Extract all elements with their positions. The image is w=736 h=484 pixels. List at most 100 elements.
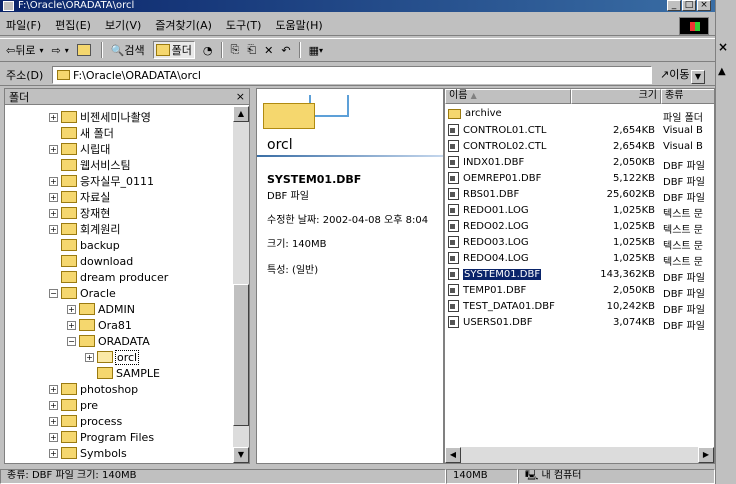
tree-item[interactable]: download: [49, 253, 133, 269]
tree-item[interactable]: SAMPLE: [85, 365, 160, 381]
tree-item-label: ORADATA: [98, 334, 150, 348]
menu-file[interactable]: 파일(F): [6, 17, 41, 33]
tree-item[interactable]: + Ora81: [67, 317, 132, 333]
expand-icon[interactable]: +: [49, 384, 58, 394]
expand-icon[interactable]: +: [49, 224, 58, 234]
tree-item[interactable]: dream producer: [49, 269, 168, 285]
forward-dropdown-icon[interactable]: ▾: [65, 46, 69, 55]
file-list-row[interactable]: USERS01.DBF 3,074KB DBF 파일: [445, 315, 714, 332]
scroll-down-icon[interactable]: ▼: [233, 447, 249, 463]
scroll-right-icon[interactable]: ▶: [698, 447, 714, 463]
file-list-row[interactable]: TEST_DATA01.DBF 10,242KB DBF 파일: [445, 299, 714, 316]
file-list-row[interactable]: RBS01.DBF 25,602KB DBF 파일: [445, 187, 714, 204]
menu-view[interactable]: 보기(V): [105, 17, 141, 33]
address-input[interactable]: F:\Oracle\ORADATA\orcl ▼: [52, 66, 705, 84]
file-list-row[interactable]: REDO02.LOG 1,025KB 텍스트 문: [445, 219, 714, 236]
collapse-icon[interactable]: −: [49, 288, 58, 298]
close-button[interactable]: ×: [697, 0, 711, 11]
tree-item[interactable]: + 비젠세미나촬영: [49, 109, 151, 125]
folder-pane-close-icon[interactable]: ×: [236, 90, 245, 103]
file-icon: [448, 300, 459, 312]
tree-item[interactable]: + pre: [49, 397, 98, 413]
tree-item[interactable]: +temp: [49, 461, 109, 464]
views-button[interactable]: ▦ ▾: [309, 44, 323, 57]
address-dropdown-icon[interactable]: ▼: [691, 70, 705, 84]
move-to-button[interactable]: ⎘: [231, 43, 240, 57]
tree-item[interactable]: + ADMIN: [67, 301, 135, 317]
file-list-row[interactable]: OEMREP01.DBF 5,122KB DBF 파일: [445, 171, 714, 188]
search-button[interactable]: 🔍 검색: [111, 42, 145, 58]
folder-icon: [61, 143, 77, 155]
title-bar[interactable]: F:\Oracle\ORADATA\orcl _ □ ×: [0, 0, 715, 12]
file-list-hscrollbar[interactable]: ◀ ▶: [445, 447, 714, 463]
delete-button[interactable]: ✕: [264, 44, 273, 57]
column-type-header[interactable]: 종류: [661, 89, 714, 104]
expand-icon[interactable]: +: [49, 400, 58, 410]
file-list-row[interactable]: INDX01.DBF 2,050KB DBF 파일: [445, 155, 714, 172]
file-list-row[interactable]: CONTROL02.CTL 2,654KB Visual B: [445, 139, 714, 155]
expand-icon[interactable]: +: [49, 112, 58, 122]
file-list-row[interactable]: SYSTEM01.DBF 143,362KB DBF 파일: [445, 267, 714, 284]
status-text: 종류: DBF 파일 크기: 140MB: [0, 469, 446, 484]
tree-item[interactable]: 새 폴더: [49, 125, 114, 141]
maximize-button[interactable]: □: [682, 0, 696, 11]
expand-icon[interactable]: +: [67, 320, 76, 330]
scroll-up-icon[interactable]: ▲: [233, 106, 249, 122]
tree-item[interactable]: + Symbols: [49, 445, 127, 461]
tree-item[interactable]: + photoshop: [49, 381, 138, 397]
expand-icon[interactable]: +: [67, 304, 76, 314]
undo-button[interactable]: ↶: [281, 44, 290, 57]
folders-button[interactable]: 폴더: [152, 41, 195, 59]
folder-icon: [61, 159, 77, 171]
expand-icon[interactable]: +: [49, 192, 58, 202]
expand-icon[interactable]: +: [85, 352, 94, 362]
back-button[interactable]: ⇦ 뒤로 ▾: [6, 42, 43, 58]
file-list-row[interactable]: REDO03.LOG 1,025KB 텍스트 문: [445, 235, 714, 252]
window-icon[interactable]: [3, 1, 14, 11]
file-list-row[interactable]: REDO04.LOG 1,025KB 텍스트 문: [445, 251, 714, 268]
folder-tree-scrollbar[interactable]: ▲ ▼: [233, 106, 249, 463]
file-list-row[interactable]: CONTROL01.CTL 2,654KB Visual B: [445, 123, 714, 139]
menu-help[interactable]: 도움말(H): [275, 17, 322, 33]
expand-icon[interactable]: +: [49, 448, 58, 458]
tree-item[interactable]: + 자료실: [49, 189, 110, 205]
tree-item-label: Symbols: [80, 446, 127, 460]
expand-icon[interactable]: +: [49, 432, 58, 442]
copy-to-button[interactable]: ⎗: [247, 43, 256, 57]
menu-edit[interactable]: 편집(E): [55, 17, 91, 33]
tree-item[interactable]: + 장재현: [49, 205, 110, 221]
tree-item[interactable]: + 응자실무_0111: [49, 173, 154, 189]
expand-icon[interactable]: +: [49, 208, 58, 218]
tree-item[interactable]: + 회계원리: [49, 221, 120, 237]
scroll-left-icon[interactable]: ◀: [445, 447, 461, 463]
go-button[interactable]: ↗이동: [660, 66, 689, 82]
tree-item[interactable]: + process: [49, 413, 122, 429]
expand-icon[interactable]: +: [49, 144, 58, 154]
back-dropdown-icon[interactable]: ▾: [39, 46, 43, 55]
tree-item[interactable]: + 시립대: [49, 141, 110, 157]
column-size-header[interactable]: 크기: [571, 89, 661, 104]
folder-icon: [57, 70, 70, 80]
minimize-button[interactable]: _: [667, 0, 681, 11]
tree-item[interactable]: − Oracle: [49, 285, 116, 301]
menu-tools[interactable]: 도구(T): [226, 17, 262, 33]
forward-button[interactable]: ⇨ ▾: [51, 44, 68, 57]
file-list-row[interactable]: REDO01.LOG 1,025KB 텍스트 문: [445, 203, 714, 220]
tree-item[interactable]: + orcl: [85, 349, 140, 365]
file-list-row[interactable]: archive 파일 폴더: [445, 107, 714, 124]
tree-item[interactable]: backup: [49, 237, 120, 253]
tree-item[interactable]: + Program Files: [49, 429, 154, 445]
column-name-header[interactable]: 이름 ▲: [445, 89, 571, 104]
tree-item[interactable]: − ORADATA: [67, 333, 150, 349]
tree-item[interactable]: 웹서비스팀: [49, 157, 131, 173]
expand-icon[interactable]: +: [49, 416, 58, 426]
up-folder-button[interactable]: [76, 44, 93, 56]
collapse-icon[interactable]: −: [67, 336, 76, 346]
menu-favorites[interactable]: 즐겨찾기(A): [155, 17, 212, 33]
file-name: archive: [465, 108, 502, 119]
scroll-thumb[interactable]: [233, 284, 249, 426]
tree-item-label: Ora81: [98, 318, 132, 332]
history-button[interactable]: ◔: [203, 44, 213, 57]
expand-icon[interactable]: +: [49, 176, 58, 186]
file-list-row[interactable]: TEMP01.DBF 2,050KB DBF 파일: [445, 283, 714, 300]
